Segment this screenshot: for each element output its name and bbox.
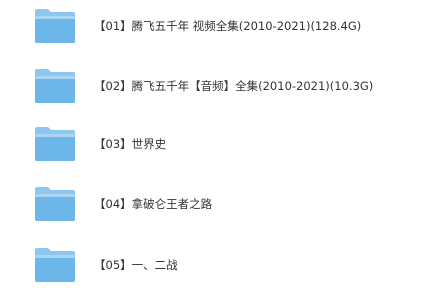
- folder-icon: [35, 127, 75, 161]
- folder-label: 【03】世界史: [94, 137, 167, 151]
- folder-item-03[interactable]: 【03】世界史: [34, 124, 414, 164]
- folder-item-02[interactable]: 【02】腾飞五千年【音频】全集(2010-2021)(10.3G): [34, 66, 414, 106]
- folder-icon: [35, 187, 75, 221]
- folder-label: 【04】拿破仑王者之路: [94, 197, 213, 211]
- folder-icon: [35, 69, 75, 103]
- folder-label: 【01】腾飞五千年 视频全集(2010-2021)(128.4G): [94, 19, 362, 33]
- folder-item-04[interactable]: 【04】拿破仑王者之路: [34, 184, 414, 224]
- folder-label: 【02】腾飞五千年【音频】全集(2010-2021)(10.3G): [94, 79, 374, 93]
- folder-item-01[interactable]: 【01】腾飞五千年 视频全集(2010-2021)(128.4G): [34, 6, 414, 46]
- folder-label: 【05】一、二战: [94, 258, 178, 272]
- folder-icon: [35, 248, 75, 282]
- folder-item-05[interactable]: 【05】一、二战: [34, 245, 414, 285]
- folder-list: 【01】腾飞五千年 视频全集(2010-2021)(128.4G) 【02】腾飞…: [0, 0, 422, 295]
- folder-icon: [35, 9, 75, 43]
